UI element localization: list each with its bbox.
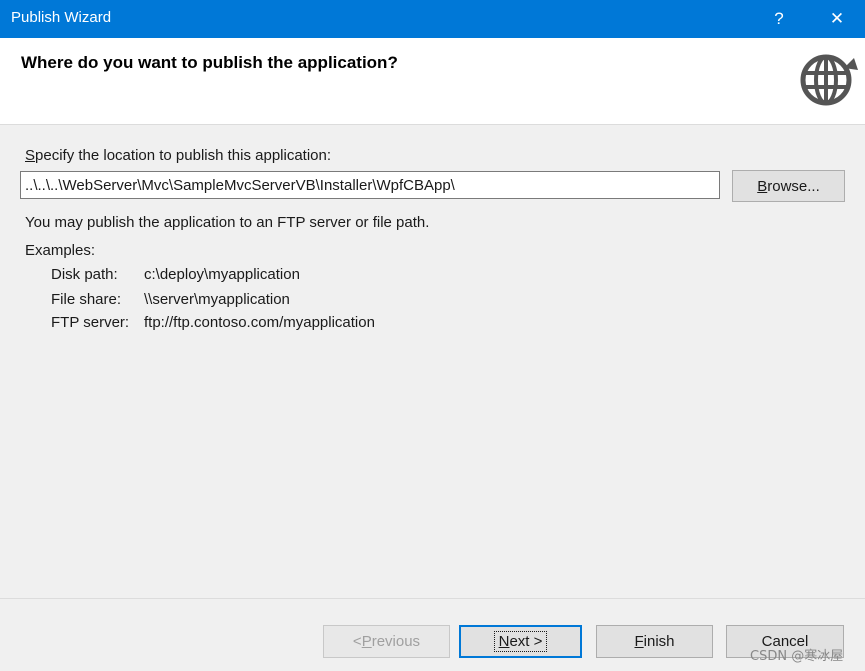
next-button[interactable]: Next >: [459, 625, 582, 658]
previous-label: revious: [371, 633, 421, 650]
help-button[interactable]: ?: [754, 0, 804, 38]
previous-prefix: <: [352, 633, 362, 650]
example-key: FTP server:: [51, 314, 130, 331]
next-accel: N: [498, 633, 510, 650]
finish-button[interactable]: Finish: [596, 625, 713, 658]
next-focus-rect: Next >: [493, 631, 548, 652]
wizard-header: Where do you want to publish the applica…: [0, 38, 865, 125]
location-label: Specify the location to publish this app…: [25, 147, 331, 164]
finish-accel: F: [634, 633, 644, 650]
previous-button[interactable]: < Previous: [323, 625, 450, 658]
watermark: CSDN @寒冰屋: [750, 649, 844, 664]
browse-label: rowse...: [767, 177, 820, 195]
info-text: You may publish the application to an FT…: [25, 214, 430, 231]
location-label-text: pecify the location to publish this appl…: [35, 147, 332, 164]
example-value: ftp://ftp.contoso.com/myapplication: [144, 314, 375, 331]
globe-publish-icon: [800, 54, 858, 106]
example-key: Disk path:: [51, 266, 118, 283]
next-label: ext >: [509, 633, 543, 650]
browse-accel: B: [757, 177, 768, 195]
window-title: Publish Wizard: [11, 9, 112, 26]
example-value: \\server\myapplication: [144, 291, 290, 308]
publish-wizard-window: Publish Wizard ? ✕ Where do you want to …: [0, 0, 865, 671]
footer-divider: [0, 598, 865, 599]
example-key: File share:: [51, 291, 122, 308]
browse-button[interactable]: Browse...: [732, 170, 845, 202]
publish-location-input[interactable]: [20, 171, 720, 199]
location-label-accel: S: [25, 147, 36, 164]
example-value: c:\deploy\myapplication: [144, 266, 300, 283]
close-button[interactable]: ✕: [812, 0, 862, 38]
title-bar: Publish Wizard ? ✕: [0, 0, 865, 38]
finish-label: inish: [643, 633, 675, 650]
examples-label: Examples:: [25, 242, 96, 259]
page-title: Where do you want to publish the applica…: [21, 53, 398, 72]
previous-accel: P: [361, 633, 372, 650]
